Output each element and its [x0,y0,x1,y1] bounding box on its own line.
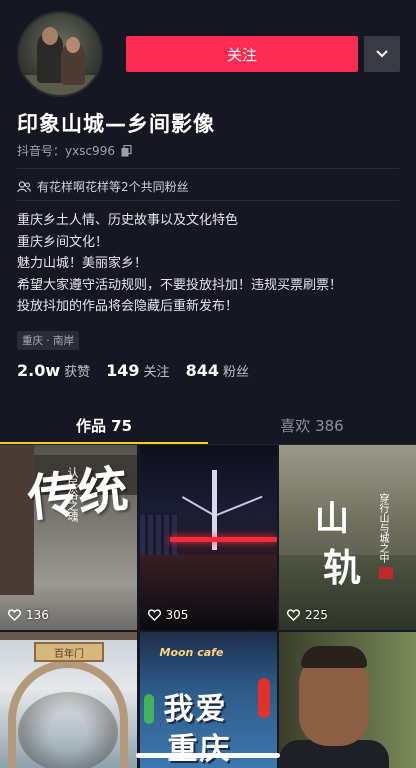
cover-bridge-cable [181,496,214,516]
bio-line: 重庆乡土人情、历史故事以及文化特色 [17,213,239,228]
cover-subtitle: 认民俗之魂 [66,467,79,522]
profile-nickname: 印象山城—乡间影像 [17,112,215,136]
tab-active-indicator [0,442,208,444]
like-count-text: 136 [26,608,49,622]
cover-roofline [0,632,137,640]
heart-icon [8,609,21,621]
cover-pepper [257,678,270,718]
stat-following-count: 149 [106,361,140,380]
video-like-count: 305 [147,608,189,622]
mutual-fans-row[interactable]: 有花样啊花样等2个共同粉丝 [17,178,189,195]
heart-icon [287,609,300,621]
video-thumbnail[interactable]: Moon cafe 我爱 重庆 [139,632,277,768]
bio-line: 希望大家遵守活动规则，不要投放抖加！违规买票刷票！ [17,277,343,293]
profile-stats: 2.0w 获赞 149 关注 844 粉丝 [17,361,249,380]
bio-line: 魅力山城！美丽家乡！ [17,256,148,271]
cover-person-hair [301,646,367,668]
cover-subtitle: 穿行山与城之中 [377,493,388,563]
stat-likes-count: 2.0w [17,361,61,380]
stat-followers-label: 粉丝 [222,365,249,380]
video-thumbnail[interactable]: 305 [139,445,277,630]
stat-following-label: 关注 [143,365,170,380]
cover-sign: Moon cafe [159,646,224,659]
video-thumbnail[interactable]: 传统 认民俗之魂 136 [0,445,137,630]
like-count-text: 225 [305,608,328,622]
users-icon [17,180,31,192]
copy-icon[interactable] [121,144,132,157]
stat-followers-count: 844 [185,361,219,380]
cover-bridge-cable [214,495,263,517]
cover-building [0,445,34,595]
profile-tabs: 作品 75 喜欢 386 [0,405,416,445]
cover-bridge-deck [169,537,277,542]
cover-tree [18,692,118,768]
cover-title: 重庆 [167,732,232,767]
stat-followers[interactable]: 844 粉丝 [186,361,249,380]
chevron-down-icon [376,50,388,58]
video-thumbnail[interactable]: 山 轨 穿行山与城之中 225 [279,445,416,630]
divider [17,200,399,201]
douyin-id-text: 抖音号：yxsc996 [17,144,115,158]
profile-bio: 重庆乡土人情、历史故事以及文化特色 重庆乡间文化！ 魅力山城！美丽家乡！ 希望大… [17,210,342,318]
like-count-text: 305 [165,608,189,622]
bio-line: 重庆乡间文化！ [17,234,109,250]
cover-seal [379,567,393,579]
cover-leaf [143,694,154,724]
cover-title: 山 [315,499,349,539]
follow-button[interactable]: 关注 [126,36,358,72]
stat-following[interactable]: 149 关注 [106,361,169,380]
cover-plaque: 百年门 [34,642,104,662]
avatar-face-adult [42,27,58,45]
video-thumbnail[interactable]: 百年门 [0,632,137,768]
video-grid: 传统 认民俗之魂 136 305 山 轨 穿行山与城之中 225 百年门 Moo… [0,445,416,768]
avatar-face-child [66,37,80,53]
cover-city-skyline [139,515,178,555]
mutual-fans-text: 有花样啊花样等2个共同粉丝 [37,180,189,194]
heart-icon [147,609,161,621]
stat-likes-label: 获赞 [64,365,91,380]
tab-works[interactable]: 作品 75 [0,405,208,445]
cover-title: 我爱 [163,692,228,727]
divider [17,168,399,169]
bio-line: 投放抖加的作品将会隐藏后重新发布！ [17,299,239,314]
douyin-id-row: 抖音号：yxsc996 [17,142,132,159]
video-like-count: 225 [287,608,328,622]
stat-likes[interactable]: 2.0w 获赞 [17,361,90,380]
video-like-count: 136 [8,608,49,622]
more-dropdown-button[interactable] [364,36,400,72]
video-thumbnail[interactable] [279,632,416,768]
avatar[interactable] [17,11,103,97]
tab-likes[interactable]: 喜欢 386 [208,405,416,445]
location-tag[interactable]: 重庆 · 南岸 [17,331,80,350]
home-indicator[interactable] [136,753,280,758]
cover-title: 轨 [323,545,362,590]
